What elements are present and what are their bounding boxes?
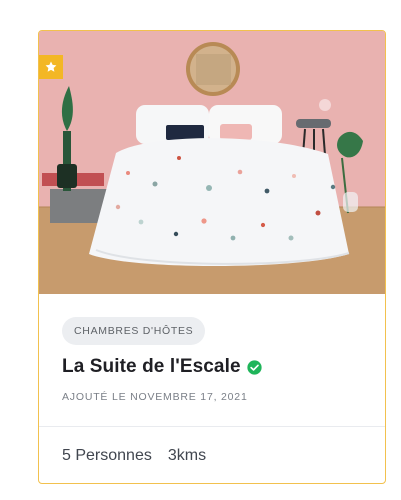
featured-badge — [39, 55, 63, 79]
check-circle-icon — [247, 359, 262, 375]
listing-date: AJOUTÉ LE NOVEMBRE 17, 2021 — [62, 391, 248, 403]
listing-photo[interactable] — [39, 31, 385, 294]
listing-meta: 5 Personnes 3kms — [62, 444, 206, 468]
card-divider — [39, 426, 385, 427]
listing-card[interactable]: CHAMBRES D'HÔTES La Suite de l'Escale AJ… — [38, 30, 386, 484]
distance-label: 3kms — [167, 447, 207, 464]
listing-title[interactable]: La Suite de l'Escale — [62, 356, 241, 378]
category-tag[interactable]: CHAMBRES D'HÔTES — [62, 317, 206, 345]
listing-title-row: La Suite de l'Escale — [62, 354, 262, 380]
bedroom-photo — [39, 31, 385, 294]
listing-details: CHAMBRES D'HÔTES La Suite de l'Escale AJ… — [39, 294, 385, 426]
capacity-label: 5 Personnes — [62, 447, 152, 464]
star-icon — [45, 61, 57, 72]
